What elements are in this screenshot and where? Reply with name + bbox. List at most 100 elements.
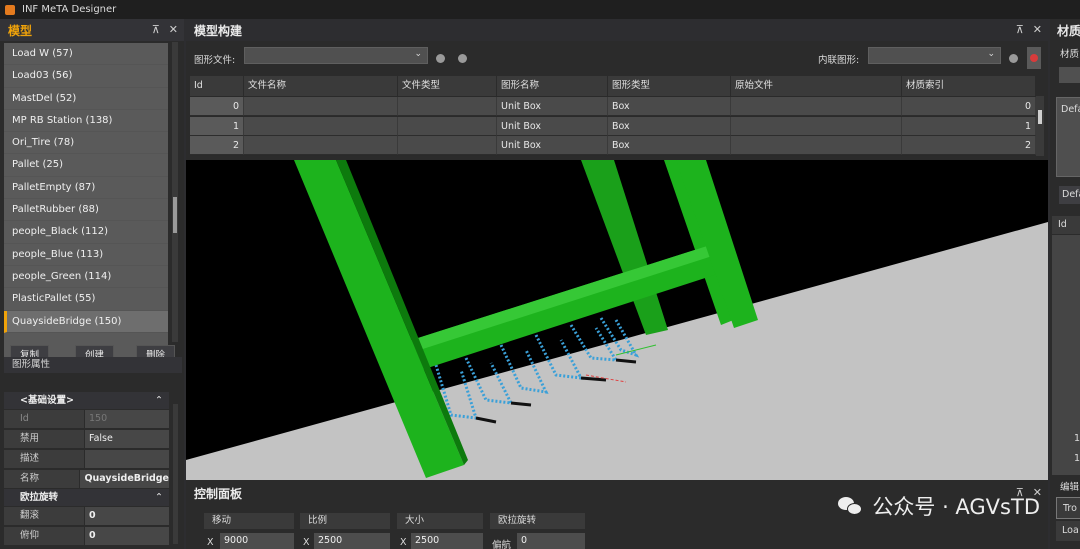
model-list-item[interactable]: PalletRubber (88) bbox=[4, 199, 168, 222]
model-list-item[interactable]: QuaysideBridge (150) bbox=[4, 310, 168, 333]
scale-axis-label: X bbox=[303, 537, 310, 548]
3d-viewport[interactable] bbox=[186, 160, 1048, 480]
material-select[interactable] bbox=[1059, 67, 1080, 83]
table-cell[interactable]: 2 bbox=[190, 136, 244, 155]
table-header-cell[interactable]: 原始文件 bbox=[731, 76, 902, 96]
remove-icon[interactable] bbox=[458, 54, 467, 63]
table-header-cell[interactable]: 文件名称 bbox=[244, 76, 398, 96]
table-cell[interactable]: Box bbox=[608, 97, 731, 116]
pin-icon[interactable]: ⊼ bbox=[152, 23, 160, 36]
model-list-item[interactable]: people_Green (114) bbox=[4, 266, 168, 289]
prop-row-id: Id 150 bbox=[4, 410, 169, 429]
table-header-cell[interactable]: 材质索引 bbox=[902, 76, 1036, 96]
close-icon[interactable]: ✕ bbox=[1033, 23, 1042, 36]
table-header-cell[interactable]: Id bbox=[190, 76, 244, 96]
model-build-title: 模型构建 bbox=[194, 23, 243, 38]
add-icon[interactable] bbox=[436, 54, 445, 63]
material-item-2[interactable]: Defa bbox=[1059, 186, 1080, 204]
delete-shape-button[interactable] bbox=[1027, 47, 1041, 69]
add-icon[interactable] bbox=[1009, 54, 1018, 63]
model-list-item[interactable]: Pallet (25) bbox=[4, 154, 168, 177]
prop-row-description[interactable]: 描述 bbox=[4, 450, 169, 469]
inline-shape-label: 内联图形: bbox=[818, 55, 860, 66]
model-list-item[interactable]: Load W (57) bbox=[4, 43, 168, 66]
close-icon[interactable]: ✕ bbox=[169, 23, 178, 36]
table-cell[interactable] bbox=[398, 97, 497, 116]
yaw-label: 偏航 bbox=[492, 540, 512, 549]
table-cell[interactable]: Unit Box bbox=[497, 97, 608, 116]
table-cell[interactable] bbox=[244, 116, 398, 136]
table-cell[interactable]: Box bbox=[608, 136, 731, 155]
shape-file-select[interactable]: ⌄ bbox=[244, 47, 428, 64]
model-list-item[interactable]: PalletEmpty (87) bbox=[4, 177, 168, 200]
prop-value[interactable]: 0 bbox=[84, 507, 169, 526]
table-header-cell[interactable]: 文件类型 bbox=[398, 76, 497, 96]
table-scrollbar[interactable] bbox=[1036, 96, 1044, 156]
prop-value[interactable]: QuaysideBridge bbox=[79, 470, 169, 489]
table-cell[interactable]: 2 bbox=[902, 136, 1036, 155]
table-cell[interactable]: 0 bbox=[902, 97, 1036, 116]
table-cell[interactable] bbox=[244, 136, 398, 155]
chevron-down-icon: ⌄ bbox=[987, 49, 995, 59]
model-list-item[interactable]: people_Blue (113) bbox=[4, 244, 168, 266]
edit-field-2[interactable]: Loa bbox=[1056, 521, 1080, 541]
material-item[interactable]: Defa bbox=[1061, 104, 1080, 115]
inline-shape-select[interactable]: ⌄ bbox=[868, 47, 1001, 64]
table-cell[interactable] bbox=[731, 136, 902, 155]
yaw-input[interactable]: 0 bbox=[517, 533, 585, 549]
scrollbar-thumb[interactable] bbox=[1038, 110, 1042, 124]
model-list-scrollbar[interactable] bbox=[172, 42, 178, 342]
prop-row-pitch[interactable]: 俯仰 0 bbox=[4, 527, 169, 546]
move-x-input[interactable]: 9000 bbox=[220, 533, 294, 549]
table-cell[interactable] bbox=[244, 97, 398, 116]
prop-row-roll[interactable]: 翻滚 0 bbox=[4, 507, 169, 526]
model-list-item[interactable]: MP RB Station (138) bbox=[4, 110, 168, 133]
model-list[interactable]: Load W (57) Load03 (56) MastDel (52) MP RB … bbox=[4, 43, 168, 361]
prop-row-disabled[interactable]: 禁用 False bbox=[4, 430, 169, 449]
edit-field-1[interactable]: Tro bbox=[1056, 497, 1080, 519]
table-cell[interactable]: 1 bbox=[902, 116, 1036, 136]
prop-value[interactable]: False bbox=[84, 430, 169, 449]
shape-table[interactable]: Id 文件名称 文件类型 图形名称 图形类型 原始文件 材质索引 0 Unit Box Box 0 1… bbox=[190, 76, 1036, 156]
table-cell[interactable]: Unit Box bbox=[497, 136, 608, 155]
move-axis-label: X bbox=[207, 537, 214, 548]
model-panel-header: 模型 ⊼ ✕ bbox=[0, 19, 184, 41]
table-cell[interactable] bbox=[398, 116, 497, 136]
table-cell[interactable]: Unit Box bbox=[497, 116, 608, 136]
scale-x-input[interactable]: 2500 bbox=[314, 533, 390, 549]
delete-icon bbox=[1030, 54, 1038, 62]
material-list[interactable]: Defa bbox=[1056, 97, 1080, 177]
model-list-item[interactable]: people_Black (112) bbox=[4, 221, 168, 244]
model-list-item[interactable]: Load03 (56) bbox=[4, 65, 168, 88]
model-list-item[interactable]: PlasticPallet (55) bbox=[4, 288, 168, 311]
prop-row-name[interactable]: 名称 QuaysideBridge bbox=[4, 470, 169, 489]
prop-label: 禁用 bbox=[4, 430, 84, 449]
table-cell[interactable]: Box bbox=[608, 116, 731, 136]
table-cell[interactable]: 1 bbox=[190, 116, 244, 136]
viewport-canvas[interactable] bbox=[186, 160, 1048, 480]
table-cell[interactable] bbox=[731, 116, 902, 136]
euler-header: 欧拉旋转 bbox=[490, 513, 585, 529]
model-build-header: 模型构建 ⊼ ✕ bbox=[186, 19, 1048, 41]
table-cell[interactable] bbox=[398, 136, 497, 155]
properties-scrollbar[interactable] bbox=[173, 404, 178, 544]
scrollbar-thumb[interactable] bbox=[173, 197, 177, 233]
table-header-cell[interactable]: 图形名称 bbox=[497, 76, 608, 96]
size-axis-label: X bbox=[400, 537, 407, 548]
table-cell[interactable]: 0 bbox=[190, 97, 244, 116]
model-list-item[interactable]: MastDel (52) bbox=[4, 88, 168, 110]
table-header-cell[interactable]: 图形类型 bbox=[608, 76, 731, 96]
pin-icon[interactable]: ⊼ bbox=[1016, 23, 1024, 36]
prop-value[interactable]: 0 bbox=[84, 527, 169, 546]
basic-settings-group[interactable]: <基础设置> ⌃ bbox=[4, 392, 169, 409]
material-table[interactable]: 1 1 bbox=[1052, 235, 1080, 475]
collapse-icon[interactable]: ⌃ bbox=[155, 392, 163, 409]
euler-group[interactable]: 欧拉旋转 ⌃ bbox=[4, 489, 169, 506]
model-list-item[interactable]: Ori_Tire (78) bbox=[4, 132, 168, 155]
size-x-input[interactable]: 2500 bbox=[411, 533, 483, 549]
material-panel-title: 材质 bbox=[1057, 23, 1080, 38]
table-cell[interactable] bbox=[731, 97, 902, 116]
edit-field-2-label: Loa bbox=[1062, 525, 1079, 536]
collapse-icon[interactable]: ⌃ bbox=[155, 489, 163, 506]
prop-value[interactable] bbox=[84, 450, 169, 469]
